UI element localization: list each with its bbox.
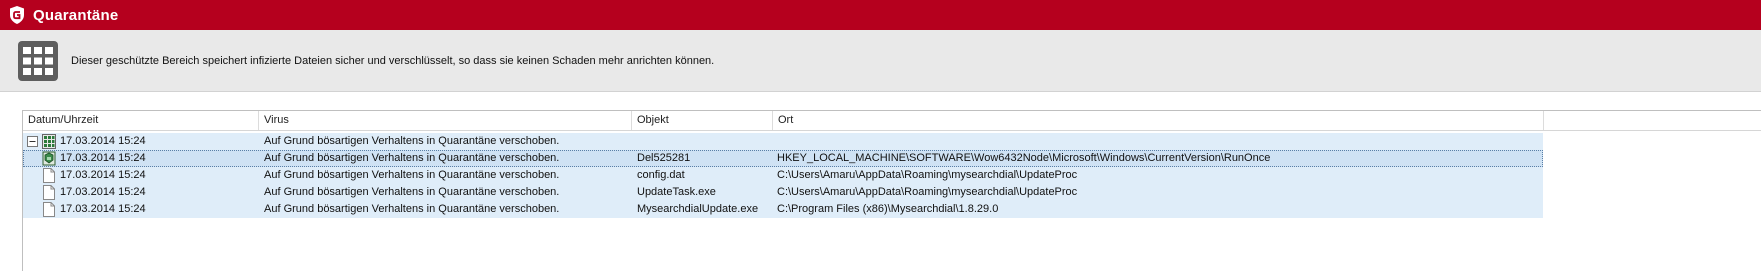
row-location: C:\Program Files (x86)\Mysearchdial\1.8.… xyxy=(777,203,999,215)
row-location: C:\Users\Amaru\AppData\Roaming\mysearchd… xyxy=(777,169,1078,181)
quarantine-list[interactable]: Datum/Uhrzeit Virus Objekt Ort 17.03.201… xyxy=(22,110,1761,271)
quarantine-grid-icon xyxy=(18,40,58,81)
row-object: config.dat xyxy=(637,169,685,181)
row-virus: Auf Grund bösartigen Verhaltens in Quara… xyxy=(264,186,560,198)
row-date: 17.03.2014 15:24 xyxy=(60,152,146,164)
group-icon xyxy=(42,134,56,149)
row-object: MysearchdialUpdate.exe xyxy=(637,203,759,215)
row-location: C:\Users\Amaru\AppData\Roaming\mysearchd… xyxy=(777,186,1078,198)
file-icon xyxy=(43,185,55,200)
info-description: Dieser geschützte Bereich speichert infi… xyxy=(71,54,715,67)
row-virus: Auf Grund bösartigen Verhaltens in Quara… xyxy=(264,152,560,164)
row-location: HKEY_LOCAL_MACHINE\SOFTWARE\Wow6432Node\… xyxy=(777,152,1271,164)
column-header-date[interactable]: Datum/Uhrzeit xyxy=(23,111,259,130)
table-row[interactable]: 17.03.2014 15:24 Auf Grund bösartigen Ve… xyxy=(23,150,1543,167)
table-row[interactable]: 17.03.2014 15:24 Auf Grund bösartigen Ve… xyxy=(23,201,1543,218)
row-virus: Auf Grund bösartigen Verhaltens in Quara… xyxy=(264,203,560,215)
row-date: 17.03.2014 15:24 xyxy=(60,169,146,181)
title-bar: Quarantäne xyxy=(0,0,1761,30)
window-title: Quarantäne xyxy=(33,6,119,24)
table-row[interactable]: 17.03.2014 15:24 Auf Grund bösartigen Ve… xyxy=(23,133,1543,150)
registry-icon xyxy=(42,151,56,166)
row-virus: Auf Grund bösartigen Verhaltens in Quara… xyxy=(264,169,560,181)
row-date: 17.03.2014 15:24 xyxy=(60,186,146,198)
table-row[interactable]: 17.03.2014 15:24 Auf Grund bösartigen Ve… xyxy=(23,184,1543,201)
row-object: UpdateTask.exe xyxy=(637,186,716,198)
list-header: Datum/Uhrzeit Virus Objekt Ort xyxy=(23,111,1761,131)
table-row[interactable]: 17.03.2014 15:24 Auf Grund bösartigen Ve… xyxy=(23,167,1543,184)
info-bar: Dieser geschützte Bereich speichert infi… xyxy=(0,30,1761,92)
row-virus: Auf Grund bösartigen Verhaltens in Quara… xyxy=(264,135,560,147)
row-date: 17.03.2014 15:24 xyxy=(60,135,146,147)
collapse-toggle[interactable] xyxy=(27,133,38,150)
file-icon xyxy=(43,168,55,183)
column-header-object[interactable]: Objekt xyxy=(632,111,773,130)
file-icon xyxy=(43,202,55,217)
row-date: 17.03.2014 15:24 xyxy=(60,203,146,215)
column-header-location[interactable]: Ort xyxy=(773,111,1544,130)
column-header-virus[interactable]: Virus xyxy=(259,111,632,130)
gdata-shield-icon xyxy=(7,5,27,25)
row-object: Del525281 xyxy=(637,152,691,164)
